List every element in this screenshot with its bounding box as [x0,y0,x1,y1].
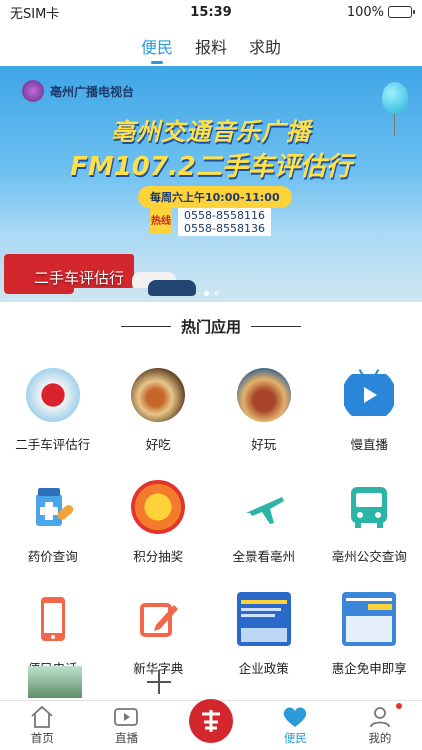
benefit-thumbnail [342,592,397,646]
phone-icon [26,592,80,646]
live-video-icon [113,704,141,730]
hotline-phone-1: 0558-8558116 [184,209,265,222]
app-food[interactable]: 好吃 [106,368,212,464]
station-center-icon [189,699,234,743]
app-fun[interactable]: 好玩 [211,368,317,464]
tv-icon [342,368,396,422]
app-enterprise-policy[interactable]: 企业政策 [211,592,317,688]
attraction-photo [236,368,291,422]
food-photo [131,368,186,422]
tab-profile[interactable]: 我的 [338,701,422,750]
plane-icon [237,480,291,534]
used-car-photo [25,368,80,422]
home-icon [28,704,56,730]
heart-icon [281,704,309,730]
carousel-dot[interactable] [203,291,209,296]
lottery-wheel-icon [131,480,186,534]
more-app-thumbnail[interactable] [28,666,82,698]
section-title: 热门应用 [0,316,422,337]
top-tabs: 便民 报料 求助 [0,26,422,64]
balloon-icon [382,82,408,136]
profile-icon [366,704,394,730]
app-slow-live[interactable]: 慢直播 [317,368,422,464]
battery-icon [388,6,415,18]
tab-live[interactable]: 直播 [84,701,168,750]
carousel-dots[interactable] [0,291,422,296]
notification-dot [396,703,403,709]
banner-schedule: 每周六上午10:00-11:00 [138,186,292,208]
battery-percent: 100% [346,4,384,20]
banner-headline: 亳州交通音乐广播 [111,118,311,146]
banner-caption: 二手车评估行 [34,269,125,287]
app-used-car[interactable]: 二手车评估行 [0,368,106,464]
status-bar: 无SIM卡 15:39 100% [0,0,422,24]
banner-subheadline: FM107.2二手车评估行 [70,152,352,182]
tab-convenience[interactable]: 便民 [141,26,173,64]
medicine-icon [26,480,80,534]
app-panorama[interactable]: 全景看亳州 [211,480,317,576]
section-title-text: 热门应用 [180,318,241,336]
tab-help[interactable]: 求助 [249,26,281,64]
add-app-icon[interactable] [132,666,186,698]
promo-banner[interactable]: 亳州广播电视台 亳州交通音乐广播 FM107.2二手车评估行 每周六上午10:0… [0,66,422,302]
apps-grid: 二手车评估行 好吃 好玩 慢直播 药价查询 积分抽奖 全景看亳州 亳州公交查询 … [0,368,422,688]
app-enterprise-benefit[interactable]: 惠企免申即享 [317,592,422,688]
tab-home[interactable]: 首页 [0,701,84,750]
app-medicine-price[interactable]: 药价查询 [0,480,106,576]
tab-report[interactable]: 报料 [195,26,227,64]
policy-thumbnail [236,592,291,646]
station-name: 亳州广播电视台 [50,84,135,99]
carrier-text: 无SIM卡 [10,6,60,22]
bottom-tab-bar: 首页 直播 便民 我的 [0,699,422,750]
tab-station[interactable] [169,699,253,750]
tab-convenience-bottom[interactable]: 便民 [253,701,337,750]
app-bus-query[interactable]: 亳州公交查询 [317,480,422,576]
edit-icon [131,592,185,646]
station-logo: 亳州广播电视台 [22,80,134,102]
banner-vehicles [0,222,422,302]
station-logo-icon [22,80,44,102]
carousel-dot[interactable] [213,291,219,296]
bus-icon [342,480,396,534]
app-lottery[interactable]: 积分抽奖 [106,480,212,576]
